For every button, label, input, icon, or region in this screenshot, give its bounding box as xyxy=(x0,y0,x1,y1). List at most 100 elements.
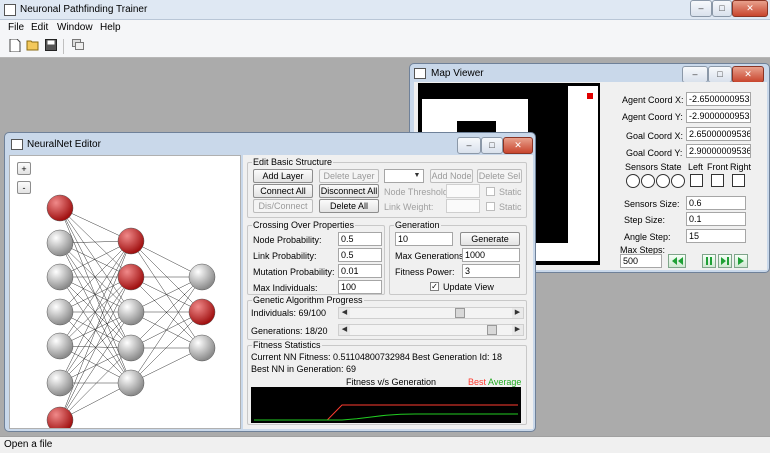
network-node[interactable] xyxy=(46,194,74,222)
network-link[interactable] xyxy=(130,276,203,384)
step-forward-icon xyxy=(721,257,729,265)
play-button[interactable] xyxy=(734,254,748,268)
scroll-left-icon[interactable]: ◀ xyxy=(339,308,350,318)
map-viewer-maximize-button[interactable]: □ xyxy=(708,66,732,83)
agent-y-label: Agent Coord Y: xyxy=(622,112,683,122)
network-node[interactable] xyxy=(117,369,145,397)
disconnect-all-button[interactable]: Disconnect All xyxy=(319,184,379,198)
generations-progress-thumb[interactable] xyxy=(486,325,497,335)
update-view-checkbox[interactable]: ✓ xyxy=(430,282,439,291)
menu-edit[interactable]: Edit xyxy=(31,22,48,33)
update-view-label: Update View xyxy=(443,282,494,292)
rewind-icon xyxy=(672,257,683,265)
angle-step-field[interactable]: 15 xyxy=(686,229,746,243)
add-node-button[interactable]: Add Node xyxy=(430,169,473,183)
delete-layer-button[interactable]: Delete Layer xyxy=(319,169,379,183)
link-weight-label: Link Weight: xyxy=(384,202,434,212)
step-size-label: Step Size: xyxy=(624,215,666,225)
menu-help[interactable]: Help xyxy=(100,22,121,33)
node-threshold-field[interactable] xyxy=(446,184,480,198)
main-maximize-button[interactable]: □ xyxy=(712,0,732,17)
max-individuals-field[interactable]: 100 xyxy=(338,280,382,294)
mutation-probability-field[interactable]: 0.01 xyxy=(338,264,382,278)
main-minimize-button[interactable]: – xyxy=(690,0,712,17)
map-viewer-close-button[interactable]: ✕ xyxy=(732,66,764,83)
dis-connect-button[interactable]: Dis/Connect xyxy=(253,199,313,213)
goal-x-field[interactable]: 2.65000009536 xyxy=(686,127,751,141)
angle-step-label: Angle Step: xyxy=(624,232,671,242)
pause-button[interactable] xyxy=(702,254,716,268)
main-close-button[interactable]: ✕ xyxy=(732,0,768,17)
generate-button[interactable]: Generate xyxy=(460,232,520,246)
node-static-checkbox[interactable] xyxy=(486,187,495,196)
network-node[interactable] xyxy=(117,298,145,326)
network-node[interactable] xyxy=(46,332,74,360)
goal-y-field[interactable]: 2.90000009536 xyxy=(686,144,751,158)
cascade-windows-icon[interactable] xyxy=(70,39,86,54)
link-weight-field[interactable] xyxy=(446,199,480,213)
max-generations-field[interactable]: 1000 xyxy=(462,248,520,262)
delete-selected-button[interactable]: Delete Sel xyxy=(477,169,522,183)
network-nodes xyxy=(46,194,216,428)
map-viewer-window-icon xyxy=(414,68,426,79)
menu-bar: File Edit Window Help xyxy=(0,20,770,36)
network-canvas[interactable]: + - xyxy=(9,155,241,429)
fitness-statistics-title: Fitness Statistics xyxy=(252,340,322,350)
network-node[interactable] xyxy=(188,334,216,362)
individuals-progress-thumb[interactable] xyxy=(454,308,465,318)
network-node[interactable] xyxy=(46,298,74,326)
nn-editor-window-icon xyxy=(11,139,23,150)
network-node[interactable] xyxy=(46,406,74,428)
agent-x-field[interactable]: -2.6500000953 xyxy=(686,92,751,106)
fitness-statistics-group: Fitness Statistics Current NN Fitness: 0… xyxy=(247,340,527,425)
menu-file[interactable]: File xyxy=(8,22,24,33)
scroll-right-icon[interactable]: ▶ xyxy=(512,325,523,335)
generations-progress-bar[interactable]: ◀ ▶ xyxy=(338,324,524,336)
open-folder-icon[interactable] xyxy=(25,39,41,54)
nn-editor-maximize-button[interactable]: □ xyxy=(481,137,503,154)
delete-all-button[interactable]: Delete All xyxy=(319,199,379,213)
generation-count-field[interactable]: 10 xyxy=(395,232,453,246)
app-title: Neuronal Pathfinding Trainer xyxy=(20,4,148,15)
network-node[interactable] xyxy=(188,298,216,326)
mutation-probability-label: Mutation Probability: xyxy=(253,267,335,277)
save-icon[interactable] xyxy=(43,39,59,54)
network-node[interactable] xyxy=(46,369,74,397)
fitness-power-label: Fitness Power: xyxy=(395,267,455,277)
network-node[interactable] xyxy=(117,334,145,362)
individuals-progress-bar[interactable]: ◀ ▶ xyxy=(338,307,524,319)
agent-marker xyxy=(587,93,593,99)
connect-all-button[interactable]: Connect All xyxy=(253,184,313,198)
network-node[interactable] xyxy=(46,229,74,257)
new-file-icon[interactable] xyxy=(7,38,23,54)
layer-select[interactable]: ▼ xyxy=(384,169,424,183)
fitness-power-field[interactable]: 3 xyxy=(462,264,520,278)
sensors-size-field[interactable]: 0.6 xyxy=(686,196,746,210)
network-node[interactable] xyxy=(188,263,216,291)
menu-window[interactable]: Window xyxy=(57,22,93,33)
rewind-button[interactable] xyxy=(668,254,686,268)
map-viewer-minimize-button[interactable]: – xyxy=(682,66,708,83)
link-static-checkbox[interactable] xyxy=(486,202,495,211)
nn-editor-close-button[interactable]: ✕ xyxy=(503,137,533,154)
nn-editor-panel: Edit Basic Structure Add Layer Delete La… xyxy=(243,155,533,429)
agent-y-field[interactable]: -2.9000000953 xyxy=(686,109,751,123)
scroll-left-icon[interactable]: ◀ xyxy=(339,325,350,335)
step-forward-button[interactable] xyxy=(718,254,732,268)
network-node[interactable] xyxy=(117,227,145,255)
scroll-right-icon[interactable]: ▶ xyxy=(512,308,523,318)
legend-best: Best xyxy=(468,377,487,387)
network-node[interactable] xyxy=(46,263,74,291)
sensors-size-label: Sensors Size: xyxy=(624,199,680,209)
legend-average: Average xyxy=(488,377,522,387)
step-size-field[interactable]: 0.1 xyxy=(686,212,746,226)
add-layer-button[interactable]: Add Layer xyxy=(253,169,313,183)
network-node[interactable] xyxy=(117,263,145,291)
nn-editor-minimize-button[interactable]: – xyxy=(457,137,481,154)
network-link[interactable] xyxy=(59,311,132,421)
max-steps-field[interactable]: 500 xyxy=(620,254,662,268)
max-individuals-label: Max Individuals: xyxy=(253,283,318,293)
node-probability-field[interactable]: 0.5 xyxy=(338,232,382,246)
edit-structure-title: Edit Basic Structure xyxy=(252,157,334,167)
link-probability-field[interactable]: 0.5 xyxy=(338,248,382,262)
